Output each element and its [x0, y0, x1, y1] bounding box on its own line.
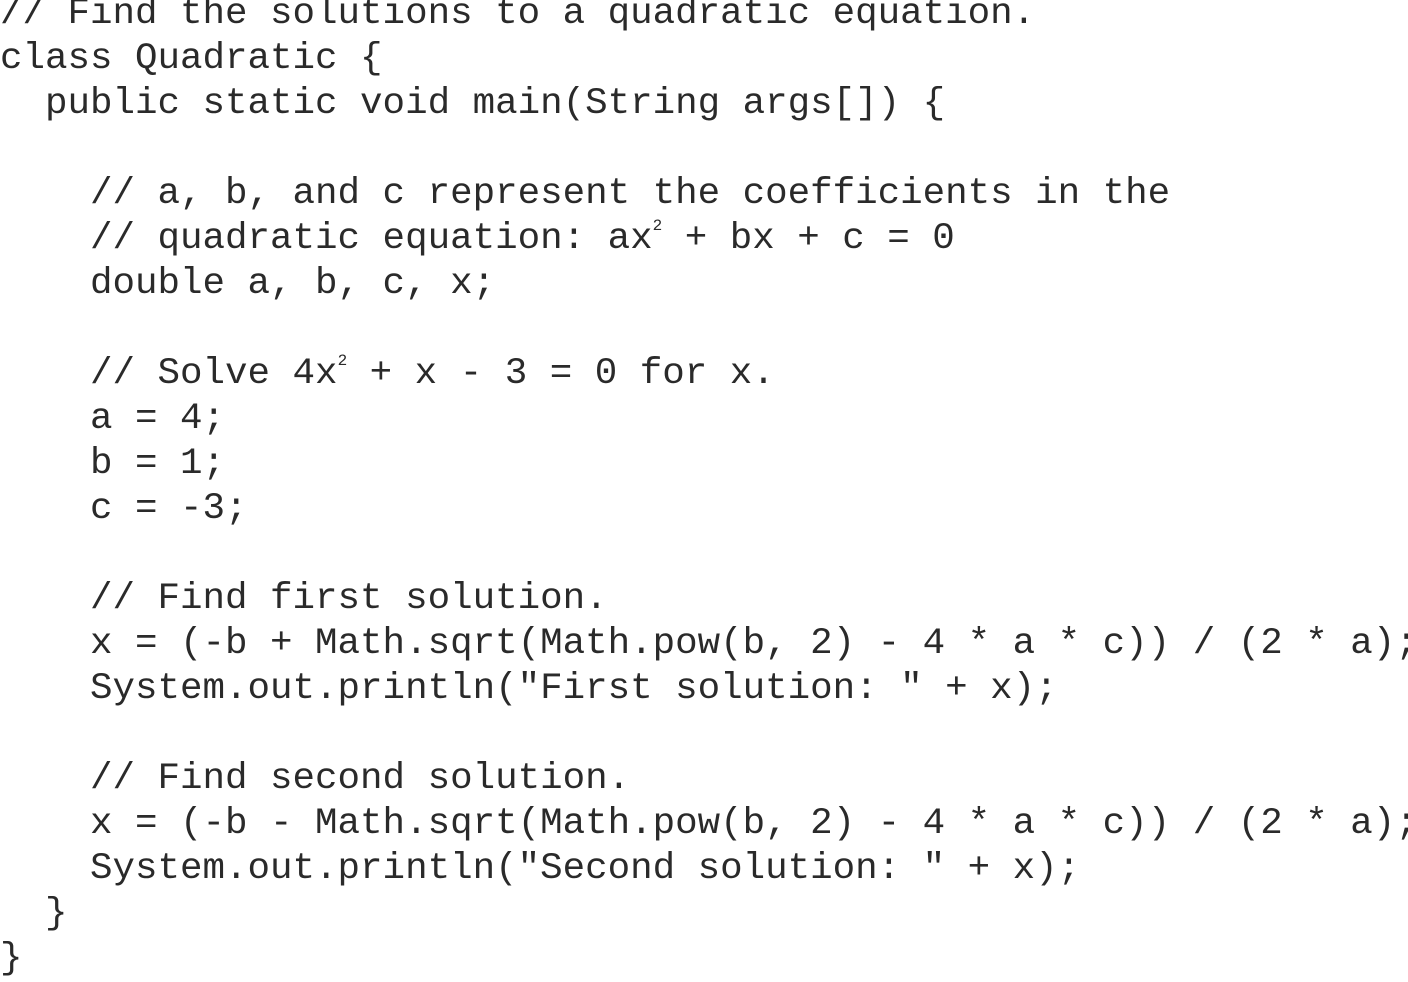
code-line: // Find second solution. [0, 758, 631, 800]
code-line: b = 1; [0, 443, 226, 485]
code-text: + x - 3 = 0 for x. [347, 353, 775, 395]
code-line: System.out.println("Second solution: " +… [0, 848, 1081, 890]
code-text: // quadratic equation: ax [0, 218, 653, 260]
code-line: } [0, 893, 68, 935]
code-line: public static void main(String args[]) { [0, 83, 946, 125]
code-line: class Quadratic { [0, 38, 383, 80]
code-line: // Find the solutions to a quadratic equ… [0, 0, 1036, 35]
code-line: a = 4; [0, 398, 226, 440]
code-listing: // Find the solutions to a quadratic equ… [0, 0, 1408, 982]
code-line: // Solve 4x2 + x - 3 = 0 for x. [0, 352, 1408, 397]
code-line: // a, b, and c represent the coefficient… [0, 173, 1171, 215]
code-line: } [0, 938, 23, 980]
code-text: // Solve 4x [0, 353, 338, 395]
code-line: x = (-b + Math.sqrt(Math.pow(b, 2) - 4 *… [0, 623, 1408, 665]
code-line: // Find first solution. [0, 578, 608, 620]
code-line: // quadratic equation: ax2 + bx + c = 0 [0, 217, 1408, 262]
code-text: + bx + c = 0 [662, 218, 955, 260]
superscript: 2 [652, 217, 663, 235]
code-line: c = -3; [0, 488, 248, 530]
code-line: x = (-b - Math.sqrt(Math.pow(b, 2) - 4 *… [0, 803, 1408, 845]
code-line: System.out.println("First solution: " + … [0, 668, 1058, 710]
code-line: double a, b, c, x; [0, 263, 496, 305]
superscript: 2 [337, 352, 348, 370]
